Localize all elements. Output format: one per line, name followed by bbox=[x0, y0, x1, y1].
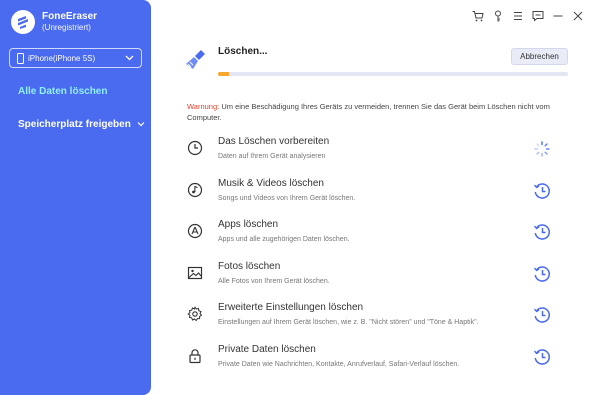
key-icon[interactable] bbox=[488, 8, 508, 24]
sidebar: FoneEraser (Unregistriert) iPhone(iPhone… bbox=[0, 0, 151, 395]
task-title: Das Löschen vorbereiten bbox=[218, 136, 330, 147]
nav-item-free-up-space[interactable]: Speicherplatz freigeben bbox=[18, 119, 145, 130]
app-store-icon bbox=[187, 223, 203, 239]
task-apps: Apps löschen Apps und alle zugehörigen D… bbox=[183, 214, 573, 256]
foneeraser-logo-icon bbox=[11, 10, 35, 34]
chevron-down-icon bbox=[124, 53, 134, 63]
cancel-button[interactable]: Abbrechen bbox=[511, 48, 568, 65]
phone-icon bbox=[17, 52, 24, 64]
minimize-icon[interactable] bbox=[548, 8, 568, 24]
app-name: FoneEraser bbox=[42, 11, 98, 22]
chevron-down-icon bbox=[137, 121, 145, 129]
window-toolbar bbox=[468, 8, 588, 24]
warning-label: Warnung: bbox=[187, 102, 220, 111]
settings-icon bbox=[187, 306, 203, 322]
erase-progress-bar bbox=[218, 72, 568, 76]
task-description: Apps und alle zugehörigen Daten löschen. bbox=[218, 236, 350, 243]
registration-status: (Unregistriert) bbox=[42, 23, 91, 32]
menu-icon[interactable] bbox=[508, 8, 528, 24]
lock-icon bbox=[187, 348, 203, 364]
loading-spinner-icon bbox=[533, 140, 551, 158]
task-title: Musik & Videos löschen bbox=[218, 177, 324, 189]
pending-clock-icon bbox=[533, 223, 551, 241]
brand: FoneEraser (Unregistriert) bbox=[11, 10, 97, 34]
music-icon bbox=[187, 182, 203, 198]
warning-message: Warnung: Um eine Beschädigung Ihres Gerä… bbox=[187, 101, 582, 123]
task-photos: Fotos löschen Alle Fotos von Ihrem Gerät… bbox=[183, 256, 573, 298]
task-private-data: Private Daten löschen Private Daten wie … bbox=[183, 339, 573, 381]
task-description: Songs und Videos von Ihrem Gerät löschen… bbox=[218, 194, 356, 202]
pending-clock-icon bbox=[533, 306, 551, 324]
nav-item-erase-all-data[interactable]: Alle Daten löschen bbox=[18, 86, 107, 97]
photo-icon bbox=[187, 265, 203, 281]
close-icon[interactable] bbox=[568, 8, 588, 24]
nav-item-label: Alle Daten löschen bbox=[18, 86, 108, 97]
pending-clock-icon bbox=[533, 348, 551, 366]
erase-task-list: Das Löschen vorbereiten Daten auf Ihrem … bbox=[183, 131, 573, 380]
feedback-icon[interactable] bbox=[528, 8, 548, 24]
task-description: Alle Fotos von Ihrem Gerät löschen. bbox=[218, 277, 330, 285]
nav-item-label: Speicherplatz freigeben bbox=[18, 119, 131, 130]
task-title: Private Daten löschen bbox=[218, 343, 316, 355]
pending-clock-icon bbox=[533, 182, 551, 200]
task-music-videos: Musik & Videos löschen Songs und Videos … bbox=[183, 173, 573, 215]
warning-text: Um eine Beschädigung Ihres Geräts zu ver… bbox=[187, 102, 550, 122]
task-description: Daten auf Ihrem Gerät analysieren bbox=[218, 153, 326, 160]
task-description: Einstellungen auf Ihrem Gerät löschen, w… bbox=[218, 319, 479, 326]
task-description: Private Daten wie Nachrichten, Kontakte,… bbox=[218, 360, 460, 368]
erase-status-title: Löschen... bbox=[218, 46, 268, 57]
task-prepare: Das Löschen vorbereiten Daten auf Ihrem … bbox=[183, 131, 573, 173]
erase-progress-fill bbox=[218, 72, 229, 76]
cart-icon[interactable] bbox=[468, 8, 488, 24]
clock-icon bbox=[187, 140, 203, 156]
task-title: Fotos löschen bbox=[218, 260, 281, 272]
eraser-broom-icon bbox=[183, 47, 209, 73]
device-selector[interactable]: iPhone(iPhone 5S) bbox=[9, 48, 142, 68]
task-title: Erweiterte Einstellungen löschen bbox=[218, 302, 364, 313]
pending-clock-icon bbox=[533, 265, 551, 283]
task-title: Apps löschen bbox=[218, 219, 279, 230]
task-advanced-settings: Erweiterte Einstellungen löschen Einstel… bbox=[183, 297, 573, 339]
device-name: iPhone(iPhone 5S) bbox=[28, 53, 96, 63]
